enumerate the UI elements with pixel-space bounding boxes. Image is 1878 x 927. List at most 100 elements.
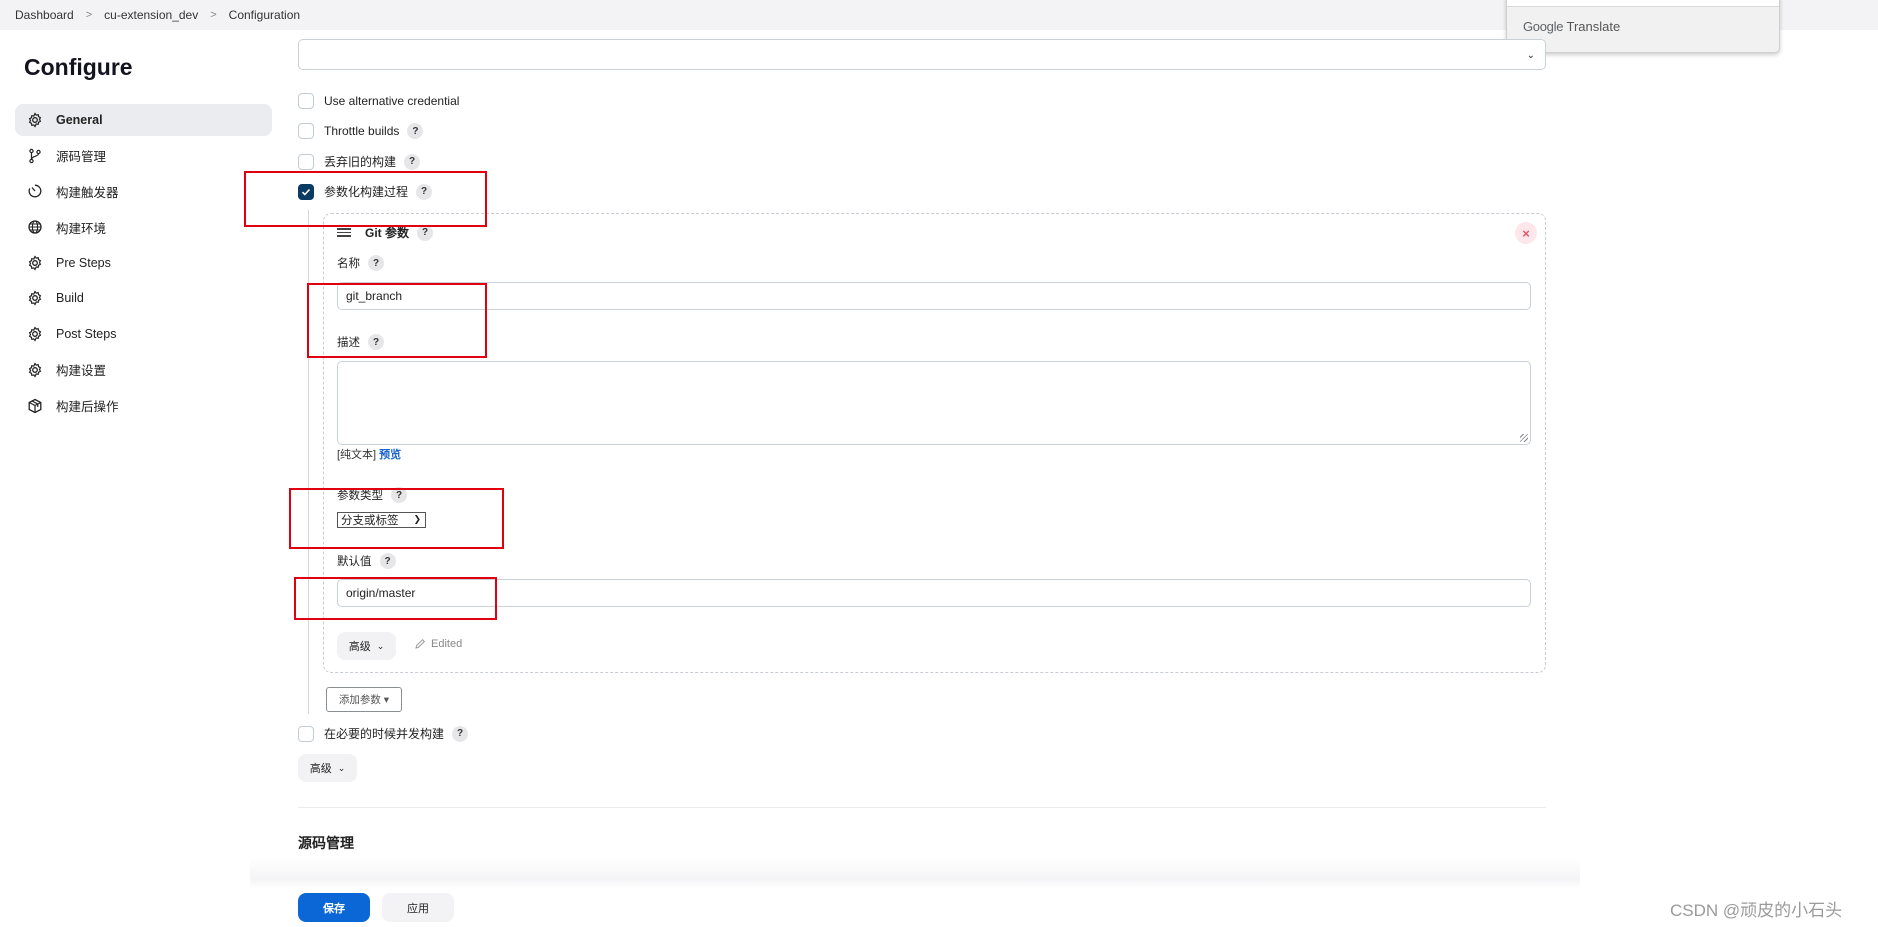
use-alternative-credential-option[interactable]: Use alternative credential bbox=[298, 93, 459, 109]
add-parameter-button[interactable]: 添加参数 ▾ bbox=[326, 687, 402, 712]
help-icon[interactable]: ? bbox=[368, 255, 384, 271]
sidebar-item-pre-steps[interactable]: Pre Steps bbox=[15, 247, 272, 279]
checkbox-label: 丢弃旧的构建 bbox=[324, 155, 397, 169]
gear-icon bbox=[27, 112, 43, 128]
sidebar-item-label: 构建触发器 bbox=[56, 185, 119, 200]
google-translate-popup[interactable]: Google Translate bbox=[1506, 0, 1780, 53]
save-button[interactable]: 保存 bbox=[298, 893, 370, 922]
chevron-down-icon: ⌄ bbox=[337, 762, 346, 773]
description-field-label: 描述 ? bbox=[337, 334, 384, 350]
checkbox-label: Use alternative credential bbox=[324, 94, 460, 108]
chevron-down-icon: ⌄ bbox=[1526, 50, 1535, 61]
resize-handle-icon[interactable] bbox=[1520, 434, 1528, 442]
repeatable-guide-line bbox=[308, 210, 309, 714]
edited-label: Edited bbox=[431, 638, 463, 650]
sidebar-item-label: General bbox=[56, 113, 103, 127]
concurrent-builds-option[interactable]: 在必要的时候并发构建 ? bbox=[298, 725, 469, 742]
page-title: Configure bbox=[24, 54, 133, 80]
help-icon[interactable]: ? bbox=[452, 725, 469, 742]
markup-format-text: [纯文本] bbox=[337, 449, 377, 461]
parameter-type-select[interactable]: 分支或标签 ❯ bbox=[337, 512, 426, 528]
checkbox-label: Throttle builds bbox=[324, 124, 400, 138]
markup-note: [纯文本] 预览 bbox=[337, 446, 401, 462]
help-icon[interactable]: ? bbox=[416, 183, 433, 200]
sidebar-item-build-settings[interactable]: 构建设置 bbox=[15, 354, 272, 386]
breadcrumb-dashboard[interactable]: Dashboard bbox=[15, 8, 74, 22]
globe-icon bbox=[27, 219, 43, 235]
throttle-builds-option[interactable]: Throttle builds ? bbox=[298, 123, 424, 139]
default-value-input-value: origin/master bbox=[346, 586, 416, 600]
sidebar-item-general[interactable]: General bbox=[15, 104, 272, 136]
delete-parameter-button[interactable]: × bbox=[1515, 222, 1537, 244]
breadcrumb-job[interactable]: cu-extension_dev bbox=[104, 8, 198, 22]
sidebar: General 源码管理 构建触发器 构建环境 Pre Steps Build … bbox=[15, 104, 272, 425]
preview-link[interactable]: 预览 bbox=[379, 449, 401, 461]
breadcrumb-configuration[interactable]: Configuration bbox=[229, 8, 300, 22]
default-value-input[interactable]: origin/master bbox=[337, 579, 1531, 607]
throttle-builds-checkbox[interactable] bbox=[298, 123, 314, 139]
discard-old-builds-checkbox[interactable] bbox=[298, 153, 314, 170]
breadcrumb-separator: > bbox=[85, 9, 93, 21]
general-advanced-button[interactable]: 高级 ⌄ bbox=[298, 754, 357, 782]
gear-icon bbox=[27, 255, 43, 271]
name-label-text: 名称 bbox=[337, 258, 360, 270]
description-label-text: 描述 bbox=[337, 337, 360, 349]
name-field-label: 名称 ? bbox=[337, 255, 384, 271]
name-input[interactable]: git_branch bbox=[337, 282, 1531, 310]
sidebar-item-source-code[interactable]: 源码管理 bbox=[15, 140, 272, 172]
help-icon[interactable]: ? bbox=[391, 487, 407, 503]
advanced-label: 高级 bbox=[348, 641, 371, 653]
gear-icon bbox=[27, 290, 43, 307]
google-translate-label: Google Translate bbox=[1523, 19, 1620, 34]
checkbox-label: 在必要的时候并发构建 bbox=[324, 727, 445, 741]
translate-text: Translate bbox=[1566, 19, 1621, 34]
name-input-value: git_branch bbox=[346, 289, 403, 303]
watermark: CSDN @顽皮的小石头 bbox=[1670, 901, 1843, 920]
edited-indicator: Edited bbox=[414, 638, 462, 650]
sidebar-item-build[interactable]: Build bbox=[15, 282, 272, 314]
default-value-label: 默认值 ? bbox=[337, 553, 396, 569]
description-textarea[interactable] bbox=[337, 361, 1531, 445]
help-icon[interactable]: ? bbox=[417, 224, 433, 241]
parameter-type-value: 分支或标签 bbox=[341, 515, 399, 527]
sidebar-item-post-steps[interactable]: Post Steps bbox=[15, 318, 272, 350]
drag-handle-icon[interactable] bbox=[337, 228, 351, 237]
use-alternative-credential-checkbox[interactable] bbox=[298, 93, 314, 109]
google-logo-text: Google bbox=[1523, 19, 1564, 34]
sidebar-item-label: 构建设置 bbox=[56, 364, 107, 379]
help-icon[interactable]: ? bbox=[368, 334, 384, 350]
section-divider bbox=[298, 807, 1546, 808]
parameter-type-label: 参数类型 ? bbox=[337, 487, 407, 503]
default-value-label-text: 默认值 bbox=[337, 556, 372, 568]
apply-button[interactable]: 应用 bbox=[382, 893, 454, 922]
git-parameter-header: Git 参数 ? bbox=[337, 224, 433, 241]
google-translate-header bbox=[1507, 0, 1779, 7]
gear-icon bbox=[27, 326, 43, 342]
help-icon[interactable]: ? bbox=[404, 153, 421, 170]
sidebar-item-build-environment[interactable]: 构建环境 bbox=[15, 211, 272, 243]
source-code-section-title: 源码管理 bbox=[298, 835, 354, 851]
discard-old-builds-option[interactable]: 丢弃旧的构建 ? bbox=[298, 153, 421, 170]
git-branch-icon bbox=[27, 148, 43, 164]
sidebar-item-post-build-actions[interactable]: 构建后操作 bbox=[15, 390, 272, 422]
parameterized-build-option[interactable]: 参数化构建过程 ? bbox=[298, 183, 433, 200]
timer-icon bbox=[27, 183, 43, 199]
concurrent-builds-checkbox[interactable] bbox=[298, 725, 314, 742]
credentials-select[interactable]: ⌄ bbox=[298, 39, 1546, 70]
sidebar-item-label: Post Steps bbox=[56, 327, 117, 342]
package-icon bbox=[27, 398, 43, 414]
breadcrumb-separator: > bbox=[210, 9, 217, 21]
parameter-type-label-text: 参数类型 bbox=[337, 490, 383, 502]
close-icon: × bbox=[1522, 225, 1530, 241]
sidebar-item-label: 构建后操作 bbox=[56, 400, 119, 414]
advanced-label: 高级 bbox=[309, 763, 332, 775]
help-icon[interactable]: ? bbox=[379, 553, 396, 569]
help-icon[interactable]: ? bbox=[407, 123, 424, 139]
gear-icon bbox=[27, 362, 43, 378]
sidebar-item-build-triggers[interactable]: 构建触发器 bbox=[15, 175, 272, 207]
git-parameter-title: Git 参数 bbox=[365, 226, 409, 240]
parameterized-build-checkbox[interactable] bbox=[298, 183, 314, 200]
parameter-advanced-button[interactable]: 高级 ⌄ bbox=[337, 632, 396, 660]
chevron-down-icon: ⌄ bbox=[376, 640, 385, 651]
sidebar-item-label: Pre Steps bbox=[56, 255, 111, 270]
